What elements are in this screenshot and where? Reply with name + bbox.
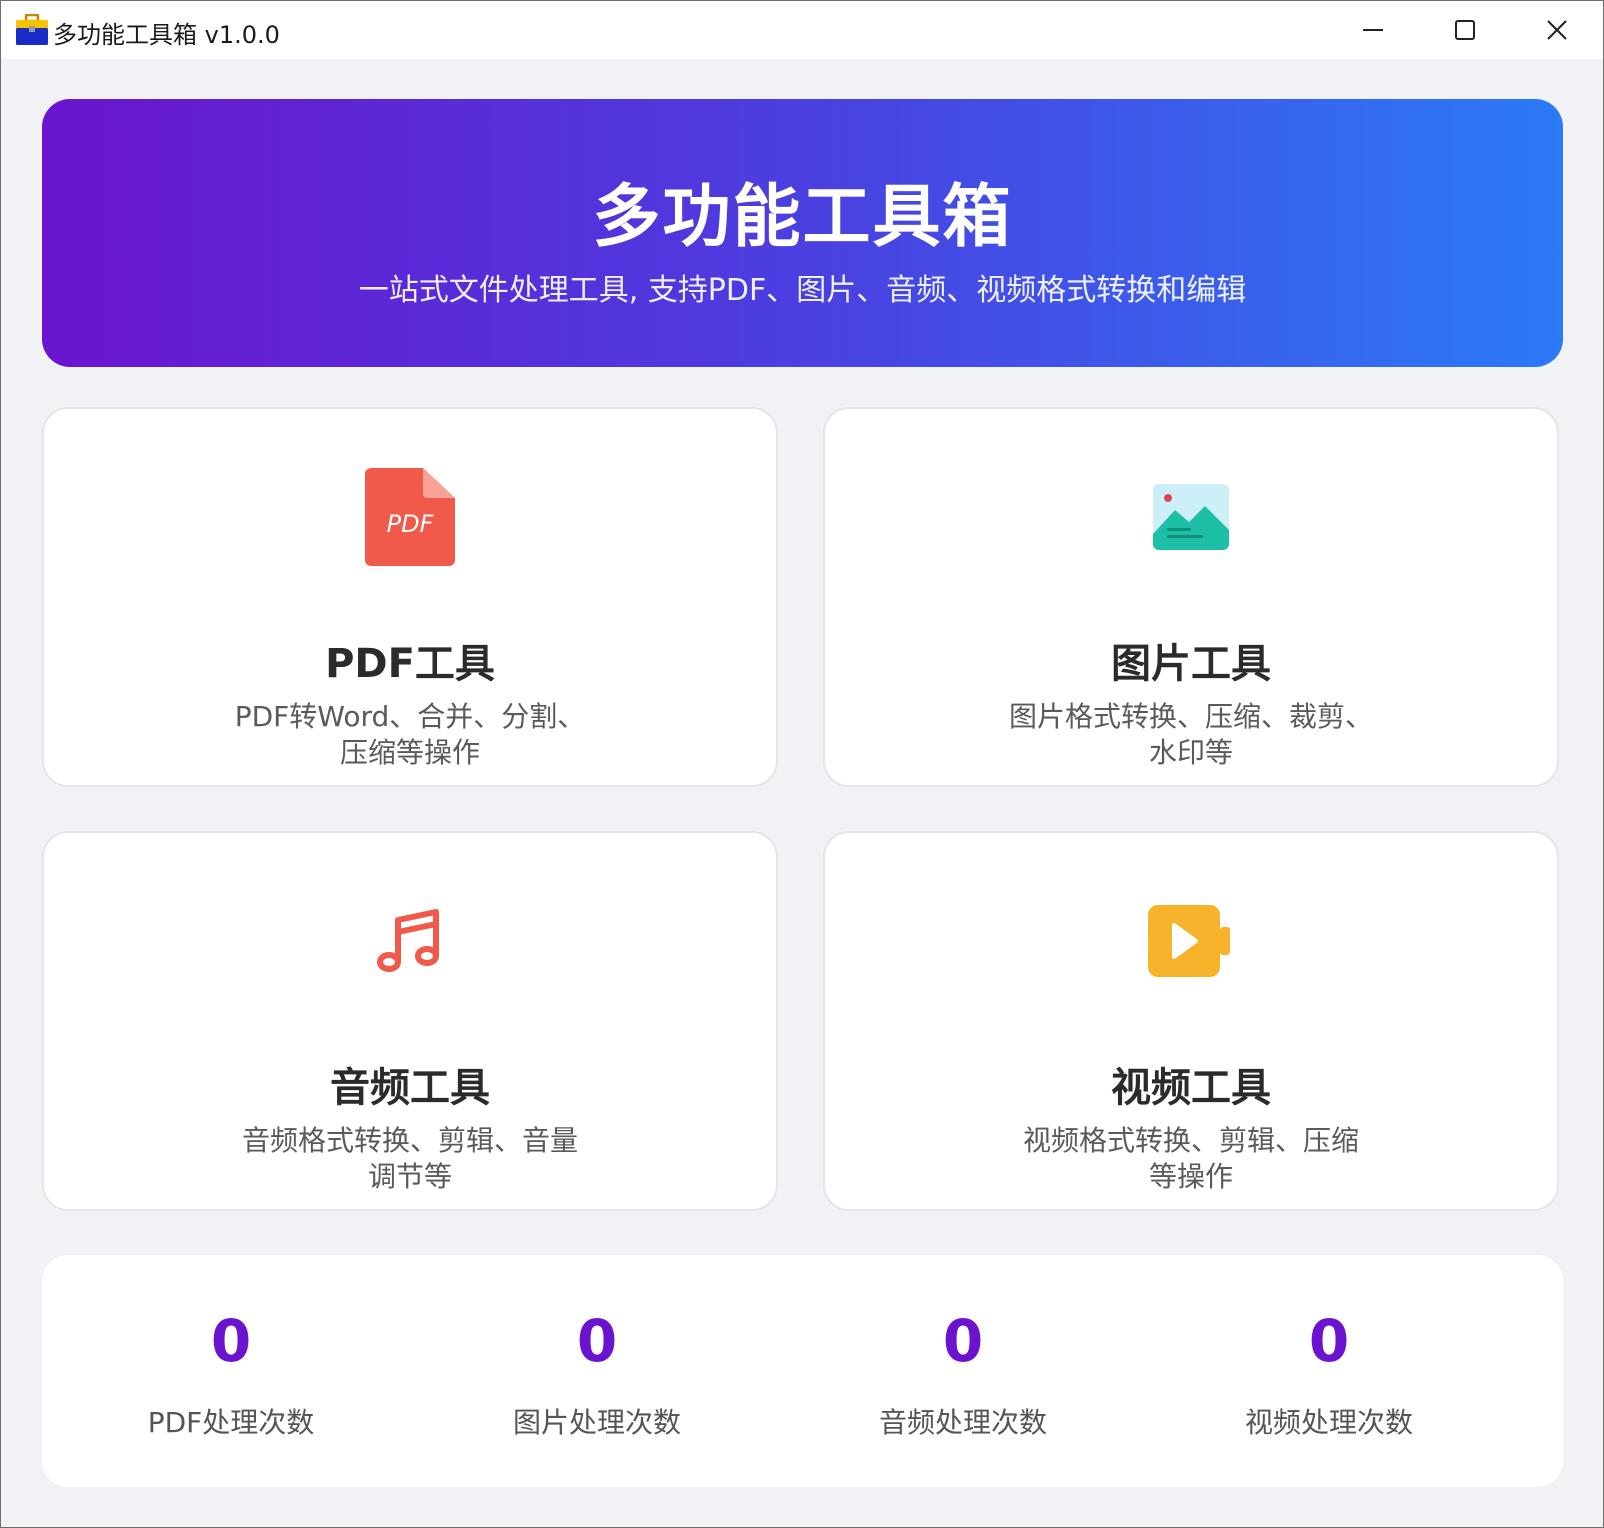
toolbox-icon [15, 13, 49, 46]
pdf-tool-card[interactable]: PDF PDF工具 PDF转Word、合并、分割、 压缩等操作 [42, 407, 778, 787]
stat-label: 视频处理次数 [1244, 1406, 1413, 1439]
banner-title: 多功能工具箱 [592, 178, 1013, 257]
stats-panel: 0 PDF处理次数 0 图片处理次数 0 音频处理次数 0 视频处理次数 [42, 1255, 1563, 1487]
stat-value: 0 [1308, 1307, 1350, 1375]
close-button[interactable] [1511, 1, 1603, 59]
stat-value: 0 [210, 1307, 252, 1375]
card-description: 视频格式转换、剪辑、压缩 等操作 [825, 1123, 1557, 1195]
stat-video: 0 视频处理次数 [1146, 1255, 1512, 1487]
card-description-line: 音频格式转换、剪辑、音量 [241, 1124, 578, 1157]
image-icon [825, 467, 1557, 567]
minimize-icon [1361, 18, 1385, 42]
stat-image: 0 图片处理次数 [414, 1255, 780, 1487]
card-description-line: 视频格式转换、剪辑、压缩 [1022, 1124, 1359, 1157]
card-title: 视频工具 [1111, 1065, 1271, 1111]
maximize-button[interactable] [1419, 1, 1511, 59]
pdf-file-icon: PDF [44, 467, 776, 567]
card-description-line: PDF转Word、合并、分割、 [234, 700, 586, 733]
card-title: 音频工具 [330, 1065, 490, 1111]
card-description-line: 调节等 [367, 1160, 452, 1193]
stat-audio: 0 音频处理次数 [780, 1255, 1146, 1487]
maximize-icon [1453, 18, 1477, 42]
close-icon [1545, 18, 1569, 42]
image-tool-card[interactable]: 图片工具 图片格式转换、压缩、裁剪、 水印等 [823, 407, 1559, 787]
stat-value: 0 [576, 1307, 618, 1375]
stat-label: PDF处理次数 [147, 1406, 315, 1439]
card-description-line: 水印等 [1148, 736, 1233, 769]
minimize-button[interactable] [1327, 1, 1419, 59]
card-description: 图片格式转换、压缩、裁剪、 水印等 [825, 699, 1557, 771]
stat-value: 0 [942, 1307, 984, 1375]
card-title: 图片工具 [1111, 641, 1271, 687]
card-description-line: 图片格式转换、压缩、裁剪、 [1008, 700, 1373, 733]
video-tool-card[interactable]: 视频工具 视频格式转换、剪辑、压缩 等操作 [823, 831, 1559, 1211]
music-note-icon [44, 891, 776, 991]
stat-label: 图片处理次数 [512, 1406, 681, 1439]
card-description-line: 等操作 [1148, 1160, 1233, 1193]
window-title: 多功能工具箱 v1.0.0 [53, 21, 280, 49]
stat-label: 音频处理次数 [878, 1406, 1047, 1439]
banner-subtitle: 一站式文件处理工具, 支持PDF、图片、音频、视频格式转换和编辑 [358, 273, 1247, 308]
audio-tool-card[interactable]: 音频工具 音频格式转换、剪辑、音量 调节等 [42, 831, 778, 1211]
header-banner: 多功能工具箱 一站式文件处理工具, 支持PDF、图片、音频、视频格式转换和编辑 [42, 99, 1563, 367]
app-window: 多功能工具箱 v1.0.0 多功能工具箱 一站式文件处理工具, 支持PDF、图片… [0, 0, 1604, 1528]
title-bar[interactable]: 多功能工具箱 v1.0.0 [1, 1, 1603, 59]
card-title: PDF工具 [325, 641, 495, 687]
video-camera-icon [825, 891, 1557, 991]
pdf-icon-text: PDF [387, 510, 435, 538]
card-description: PDF转Word、合并、分割、 压缩等操作 [44, 699, 776, 771]
stat-pdf: 0 PDF处理次数 [48, 1255, 414, 1487]
card-description-line: 压缩等操作 [339, 736, 480, 769]
card-description: 音频格式转换、剪辑、音量 调节等 [44, 1123, 776, 1195]
